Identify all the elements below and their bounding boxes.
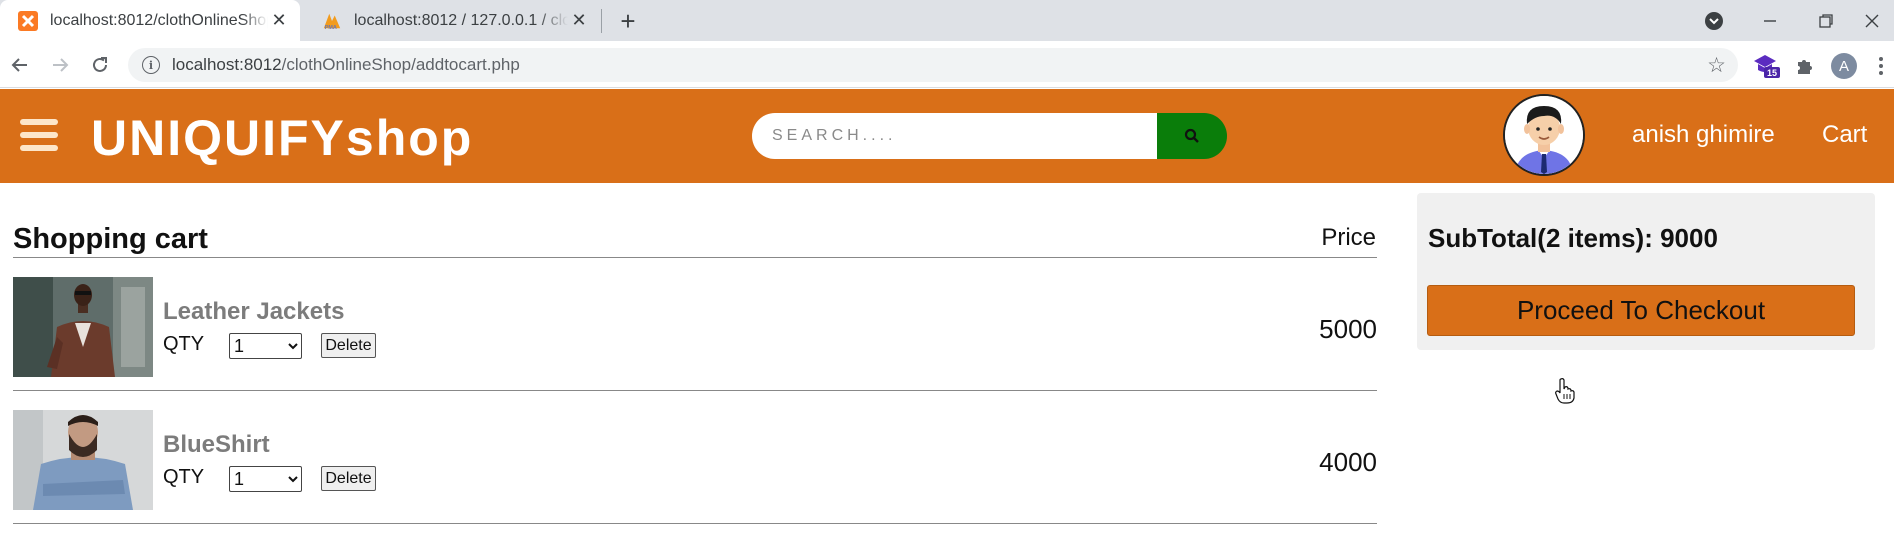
address-url: localhost:8012/clothOnlineShop/addtocart…: [172, 55, 520, 74]
address-bar[interactable]: i localhost:8012/clothOnlineShop/addtoca…: [128, 48, 1738, 82]
cart-title: Shopping cart: [13, 223, 208, 255]
qty-label: QTY: [163, 466, 205, 488]
browser-tab-bar: localhost:8012/clothOnlineShop/addtocart…: [0, 0, 1894, 41]
site-info-icon[interactable]: i: [142, 56, 160, 74]
delete-button[interactable]: Delete: [321, 466, 376, 491]
new-tab-icon[interactable]: +: [614, 8, 642, 34]
product-image-leather-jacket[interactable]: [13, 277, 153, 377]
qty-select[interactable]: 1: [229, 333, 302, 359]
delete-button[interactable]: Delete: [321, 333, 376, 358]
close-window-icon[interactable]: [1850, 0, 1894, 41]
search-input[interactable]: [752, 113, 1157, 159]
browser-menu-icon[interactable]: [1874, 53, 1888, 79]
tab-separator: [601, 9, 602, 33]
close-tab-icon[interactable]: ✕: [568, 10, 590, 32]
brand-logo[interactable]: UNIQUIFYshop: [91, 109, 473, 167]
cart-divider: [13, 257, 1377, 258]
subtotal-text: SubTotal(2 items): 9000: [1428, 223, 1718, 253]
qty-label: QTY: [163, 333, 205, 355]
site-header: UNIQUIFYshop anish ghimire Cart: [0, 89, 1894, 183]
price-column-header: Price: [1321, 224, 1376, 251]
user-name-link[interactable]: anish ghimire: [1632, 121, 1775, 149]
tab-search-icon[interactable]: [1686, 0, 1742, 41]
search-button[interactable]: [1157, 113, 1227, 159]
extension-graduation-icon[interactable]: 15: [1752, 53, 1782, 79]
proceed-to-checkout-button[interactable]: Proceed To Checkout: [1427, 285, 1855, 336]
order-summary: SubTotal(2 items): 9000 Proceed To Check…: [1417, 193, 1875, 350]
forward-arrow-icon[interactable]: [46, 51, 74, 79]
qty-select[interactable]: 1: [229, 466, 302, 492]
product-price: 4000: [1319, 447, 1377, 477]
extension-badge: 15: [1767, 68, 1777, 78]
close-tab-icon[interactable]: ✕: [268, 10, 290, 32]
back-arrow-icon[interactable]: [6, 51, 34, 79]
tab-title: localhost:8012 / 127.0.0.1 / clothOnline…: [354, 11, 568, 29]
reload-icon[interactable]: [86, 51, 114, 79]
bookmark-star-icon[interactable]: ☆: [1707, 53, 1726, 78]
tab-phpmyadmin[interactable]: PMA localhost:8012 / 127.0.0.1 / clothOn…: [304, 0, 600, 41]
product-name[interactable]: BlueShirt: [163, 431, 270, 459]
svg-text:PMA: PMA: [325, 25, 337, 31]
product-price: 5000: [1319, 314, 1377, 344]
hamburger-menu-icon[interactable]: [20, 119, 58, 151]
cart-divider: [13, 390, 1377, 391]
user-avatar[interactable]: [1503, 94, 1585, 176]
cart-link[interactable]: Cart: [1822, 121, 1867, 149]
restore-icon[interactable]: [1798, 0, 1854, 41]
extensions-puzzle-icon[interactable]: [1792, 53, 1818, 79]
profile-avatar[interactable]: A: [1830, 53, 1858, 79]
tab-title: localhost:8012/clothOnlineShop/addtocart…: [50, 11, 268, 29]
phpmyadmin-favicon-icon: PMA: [322, 11, 342, 31]
tab-addtocart[interactable]: localhost:8012/clothOnlineShop/addtocart…: [0, 0, 300, 41]
hand-cursor-icon: [1555, 378, 1575, 409]
xampp-favicon-icon: [18, 10, 38, 31]
product-image-blue-shirt[interactable]: [13, 410, 153, 510]
cart-divider: [13, 523, 1377, 524]
browser-toolbar: i localhost:8012/clothOnlineShop/addtoca…: [0, 41, 1894, 88]
product-name[interactable]: Leather Jackets: [163, 298, 344, 326]
search-icon: [1184, 128, 1199, 143]
minimize-icon[interactable]: [1742, 0, 1798, 41]
